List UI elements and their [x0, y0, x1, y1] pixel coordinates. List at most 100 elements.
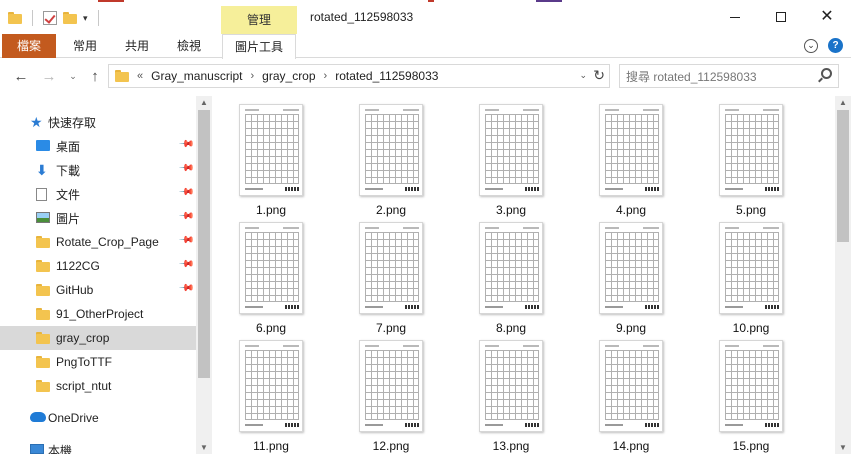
file-item[interactable]: 12.png [341, 340, 441, 453]
scroll-up-icon[interactable]: ▲ [200, 98, 208, 107]
sidebar-item-downloads[interactable]: ⬇ 下載 📌 [0, 158, 196, 182]
search-input[interactable]: 搜尋 rotated_112598033 [619, 64, 839, 88]
navigation-bar: ← → ⌄ ↑ « Gray_manuscript › gray_crop › … [0, 59, 851, 93]
file-item[interactable]: 11.png [221, 340, 321, 453]
breadcrumb-current-folder[interactable]: rotated_112598033 [335, 69, 438, 83]
sidebar-item-rotate-crop-page[interactable]: Rotate_Crop_Page 📌 [0, 230, 196, 254]
close-button[interactable]: ✕ [804, 0, 850, 34]
divider [32, 10, 33, 26]
minimize-button[interactable] [712, 0, 758, 34]
sidebar-item-label: gray_crop [56, 331, 110, 345]
scrollbar-thumb[interactable] [837, 110, 849, 242]
forward-button[interactable]: → [40, 67, 58, 85]
expand-ribbon-icon[interactable]: ⌄ [804, 38, 818, 53]
file-item[interactable]: 15.png [701, 340, 801, 453]
back-button[interactable]: ← [12, 67, 30, 85]
download-icon: ⬇ [36, 162, 48, 178]
file-item[interactable]: 8.png [461, 222, 561, 335]
sidebar-item-label: script_ntut [56, 379, 112, 393]
file-name: 4.png [615, 203, 647, 217]
folder-icon [36, 380, 50, 392]
folder-icon [36, 308, 50, 320]
new-folder-icon[interactable] [63, 12, 77, 24]
pin-icon[interactable]: 📌 [178, 232, 195, 249]
accent-line [98, 0, 124, 2]
sidebar-item-this-pc[interactable]: 本機 [0, 438, 196, 454]
sidebar-item-quick-access[interactable]: ★ 快速存取 [0, 110, 196, 134]
scroll-up-icon[interactable]: ▲ [839, 98, 847, 107]
sidebar-item-github[interactable]: GitHub 📌 [0, 278, 196, 302]
search-icon[interactable] [821, 68, 832, 79]
tab-share[interactable]: 共用 [114, 34, 160, 58]
customize-toolbar-dropdown[interactable]: ▾ [83, 13, 88, 24]
breadcrumb-gray-manuscript[interactable]: Gray_manuscript [151, 69, 242, 83]
file-name: 11.png [253, 439, 289, 453]
refresh-icon[interactable]: ↻ [593, 67, 605, 84]
image-thumbnail [599, 104, 663, 196]
file-item[interactable]: 10.png [701, 222, 801, 335]
pin-icon[interactable]: 📌 [178, 256, 195, 273]
file-item[interactable]: 4.png [581, 104, 681, 217]
up-button[interactable]: ↑ [86, 67, 104, 85]
file-item[interactable]: 13.png [461, 340, 561, 453]
pin-icon[interactable]: 📌 [178, 208, 195, 225]
breadcrumb-separator[interactable]: › [251, 70, 255, 82]
breadcrumb-separator[interactable]: › [324, 70, 328, 82]
tab-manage[interactable]: 管理 [221, 6, 297, 34]
sidebar-item-label: 圖片 [56, 211, 81, 226]
folder-icon[interactable] [8, 12, 22, 24]
file-item[interactable]: 6.png [221, 222, 321, 335]
sidebar-item-desktop[interactable]: 桌面 📌 [0, 134, 196, 158]
tab-picture-tools[interactable]: 圖片工具 [222, 34, 296, 59]
accent-line [536, 0, 562, 2]
star-icon: ★ [30, 114, 43, 130]
search-placeholder: 搜尋 rotated_112598033 [626, 69, 757, 84]
pin-icon[interactable]: 📌 [178, 160, 195, 177]
address-bar[interactable]: « Gray_manuscript › gray_crop › rotated_… [108, 64, 610, 88]
sidebar-item-label: GitHub [56, 283, 94, 297]
ribbon-controls: ⌄ ? [804, 38, 843, 53]
maximize-button[interactable] [758, 0, 804, 34]
sidebar-item-label: PngToTTF [56, 355, 113, 369]
sidebar-item-pngtottf[interactable]: PngToTTF [0, 350, 196, 374]
address-history-dropdown[interactable]: ⌄ [579, 70, 587, 81]
tab-home[interactable]: 常用 [62, 34, 108, 58]
tab-file[interactable]: 檔案 [2, 34, 56, 58]
scroll-down-icon[interactable]: ▼ [839, 443, 847, 452]
file-name: 8.png [495, 321, 527, 335]
image-thumbnail [479, 104, 543, 196]
sidebar-item-onedrive[interactable]: OneDrive [0, 406, 196, 430]
navigation-pane-scrollbar[interactable]: ▲ ▼ [196, 96, 212, 454]
sidebar-item-1122cg[interactable]: 1122CG 📌 [0, 254, 196, 278]
file-name: 9.png [615, 321, 647, 335]
image-thumbnail [719, 222, 783, 314]
sidebar-item-pictures[interactable]: 圖片 📌 [0, 206, 196, 230]
file-item[interactable]: 2.png [341, 104, 441, 217]
folder-icon [36, 236, 50, 248]
scrollbar-thumb[interactable] [198, 110, 210, 378]
properties-icon[interactable] [43, 11, 57, 25]
breadcrumb-overflow[interactable]: « [137, 70, 143, 82]
scroll-down-icon[interactable]: ▼ [200, 443, 208, 452]
title-bar: ▾ 管理 rotated_112598033 ✕ [0, 0, 851, 34]
sidebar-item-91-otherproject[interactable]: 91_OtherProject [0, 302, 196, 326]
file-item[interactable]: 1.png [221, 104, 321, 217]
pin-icon[interactable]: 📌 [178, 280, 195, 297]
file-item[interactable]: 9.png [581, 222, 681, 335]
breadcrumb-gray-crop[interactable]: gray_crop [262, 69, 315, 83]
pin-icon[interactable]: 📌 [178, 184, 195, 201]
file-item[interactable]: 7.png [341, 222, 441, 335]
tab-view[interactable]: 檢視 [166, 34, 212, 58]
folder-icon [36, 284, 50, 296]
content-scrollbar[interactable]: ▲ ▼ [835, 96, 851, 454]
help-icon[interactable]: ? [828, 38, 843, 53]
recent-locations-dropdown[interactable]: ⌄ [64, 67, 82, 85]
file-name: 14.png [612, 439, 650, 453]
sidebar-item-gray-crop[interactable]: gray_crop [0, 326, 196, 350]
file-item[interactable]: 14.png [581, 340, 681, 453]
pin-icon[interactable]: 📌 [178, 136, 195, 153]
sidebar-item-script-ntut[interactable]: script_ntut [0, 374, 196, 398]
file-item[interactable]: 3.png [461, 104, 561, 217]
file-item[interactable]: 5.png [701, 104, 801, 217]
sidebar-item-documents[interactable]: 文件 📌 [0, 182, 196, 206]
